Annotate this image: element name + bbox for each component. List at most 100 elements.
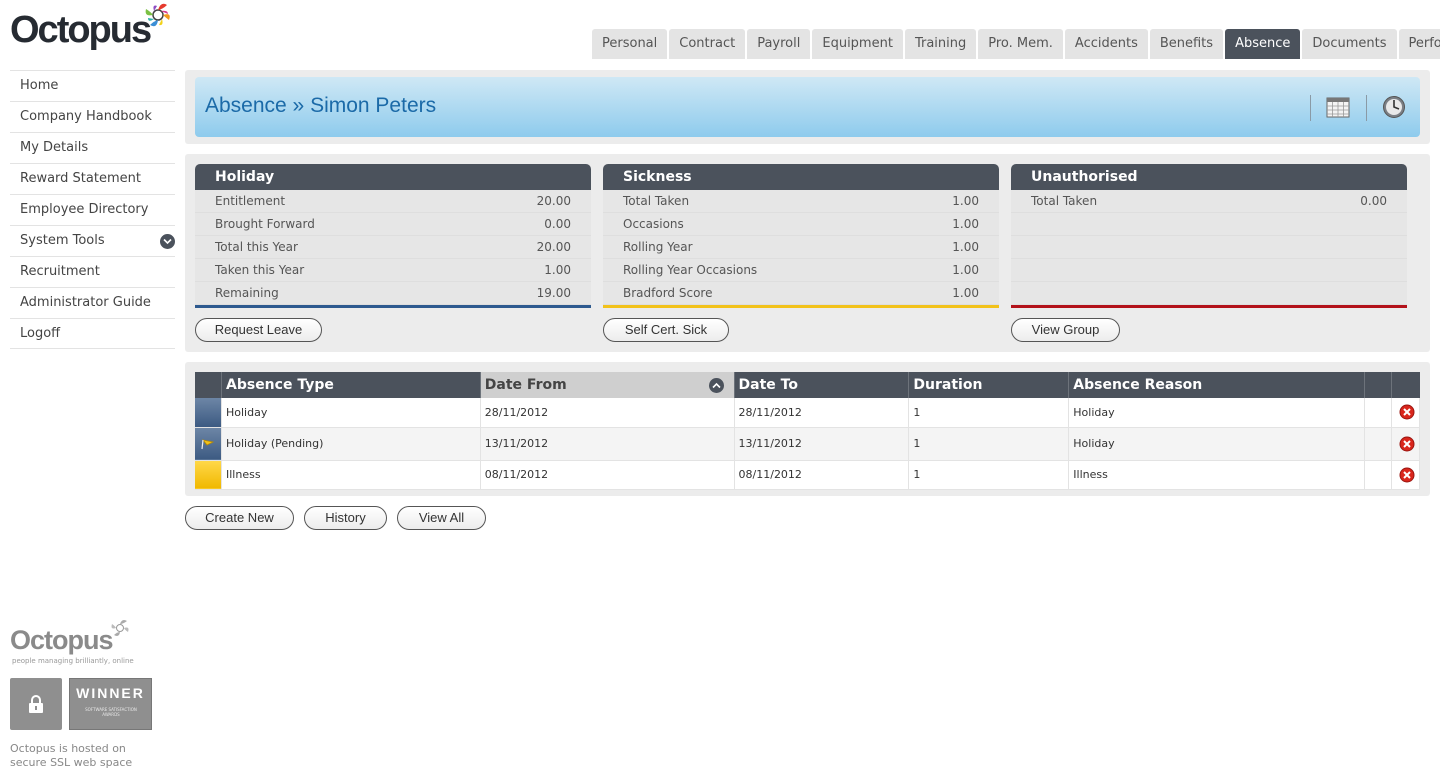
sidebar-item-system-tools[interactable]: System Tools: [10, 225, 175, 256]
view-group-button[interactable]: View Group: [1011, 318, 1120, 342]
panel-title: Holiday: [195, 164, 591, 190]
winner-award-badge: WINNER SOFTWARE SATISFACTION AWARDS: [69, 678, 152, 730]
delete-icon[interactable]: [1399, 467, 1415, 483]
duration-cell: 1: [908, 460, 1070, 490]
summary-row: Entitlement 20.00: [195, 190, 591, 213]
tab-perform[interactable]: Perform: [1398, 29, 1440, 59]
delete-icon[interactable]: [1399, 436, 1415, 452]
sort-ascending-icon[interactable]: [708, 378, 724, 393]
blank-cell: [1364, 427, 1392, 461]
summary-row: Taken this Year 1.00: [195, 259, 591, 282]
tab-documents[interactable]: Documents: [1302, 29, 1397, 59]
summary-row: [1011, 282, 1407, 305]
absence-reason-cell: Illness: [1068, 460, 1365, 490]
absence-type-cell: Holiday: [221, 398, 481, 428]
sidebar-item-administrator-guide[interactable]: Administrator Guide: [10, 287, 175, 318]
footer-logo-text: Octopus: [10, 625, 114, 655]
tab-accidents[interactable]: Accidents: [1064, 29, 1148, 59]
clock-icon[interactable]: [1382, 95, 1406, 119]
holiday-swatch: [195, 398, 222, 428]
tab-contract[interactable]: Contract: [669, 29, 746, 59]
duration-cell: 1: [908, 427, 1070, 461]
title-divider: [1366, 95, 1367, 121]
date-to-cell: 28/11/2012: [734, 398, 910, 428]
lock-icon: [29, 695, 43, 713]
sidebar-nav: Home Company Handbook My Details Reward …: [10, 70, 175, 349]
summary-row: [1011, 236, 1407, 259]
illness-swatch: [195, 460, 222, 490]
absence-type-cell: Illness: [221, 460, 481, 490]
delete-icon[interactable]: [1399, 404, 1415, 420]
date-from-cell: 08/11/2012: [480, 460, 735, 490]
sidebar-item-logoff[interactable]: Logoff: [10, 318, 175, 349]
absence-table: Absence Type Date From Date To Duration …: [195, 372, 1421, 490]
date-to-cell: 13/11/2012: [734, 427, 910, 461]
tab-absence[interactable]: Absence: [1225, 29, 1301, 59]
sidebar-item-recruitment[interactable]: Recruitment: [10, 256, 175, 287]
blank-cell: [1364, 398, 1392, 428]
summary-row: Total Taken 1.00: [603, 190, 999, 213]
table-row[interactable]: Holiday 28/11/2012 28/11/2012 1 Holiday: [195, 398, 1421, 428]
history-button[interactable]: History: [304, 506, 387, 530]
sidebar-item-reward-statement[interactable]: Reward Statement: [10, 163, 175, 194]
summary-container: Holiday Entitlement 20.00 Brought Forward…: [185, 154, 1430, 352]
pending-flag-icon: [201, 438, 215, 449]
sidebar-item-label: System Tools: [20, 233, 105, 248]
date-from-cell: 28/11/2012: [480, 398, 735, 428]
absence-reason-cell: Holiday: [1068, 398, 1365, 428]
holiday-panel: Holiday Entitlement 20.00 Brought Forward…: [195, 164, 591, 308]
column-header-date-from[interactable]: Date From: [480, 372, 735, 398]
table-header-row: Absence Type Date From Date To Duration …: [195, 372, 1420, 398]
blank-cell: [1364, 460, 1392, 490]
badge-title: WINNER: [76, 685, 145, 701]
title-bar: Absence » Simon Peters: [195, 77, 1420, 137]
summary-row: Bradford Score 1.00: [603, 282, 999, 305]
tab-payroll[interactable]: Payroll: [747, 29, 811, 59]
unauthorised-panel: Unauthorised Total Taken 0.00: [1011, 164, 1407, 308]
title-container: Absence » Simon Peters: [185, 70, 1430, 144]
tab-personal[interactable]: Personal: [592, 29, 668, 59]
summary-row: Rolling Year 1.00: [603, 236, 999, 259]
logo-swirl-icon: [145, 3, 170, 27]
create-new-button[interactable]: Create New: [185, 506, 294, 530]
column-header-date-to[interactable]: Date To: [734, 372, 910, 398]
panel-title: Unauthorised: [1011, 164, 1407, 190]
badge-subtitle: SOFTWARE SATISFACTION AWARDS: [85, 707, 137, 717]
sickness-panel: Sickness Total Taken 1.00 Occasions 1.00 R…: [603, 164, 999, 308]
sidebar-item-my-details[interactable]: My Details: [10, 132, 175, 163]
sidebar-item-employee-directory[interactable]: Employee Directory: [10, 194, 175, 225]
chevron-down-icon[interactable]: [160, 234, 175, 249]
tab-equipment[interactable]: Equipment: [812, 29, 903, 59]
swatch-column-header: [195, 372, 222, 398]
tab-training[interactable]: Training: [904, 29, 977, 59]
sidebar-item-home[interactable]: Home: [10, 70, 175, 101]
self-cert-sick-button[interactable]: Self Cert. Sick: [603, 318, 729, 342]
tab-pro-mem[interactable]: Pro. Mem.: [978, 29, 1063, 59]
absence-type-cell: Holiday (Pending): [221, 427, 481, 461]
ssl-note: Octopus is hosted on secure SSL web spac…: [10, 742, 133, 769]
summary-row: Rolling Year Occasions 1.00: [603, 259, 999, 282]
column-header-absence-reason[interactable]: Absence Reason: [1068, 372, 1365, 398]
request-leave-button[interactable]: Request Leave: [195, 318, 322, 342]
octopus-logo[interactable]: Octopus: [10, 3, 170, 54]
summary-row: Occasions 1.00: [603, 213, 999, 236]
column-header-absence-type[interactable]: Absence Type: [221, 372, 481, 398]
column-header-duration[interactable]: Duration: [908, 372, 1070, 398]
delete-cell: [1391, 427, 1421, 461]
delete-cell: [1391, 398, 1421, 428]
sickness-accent-rule: [603, 305, 999, 308]
sidebar-item-company-handbook[interactable]: Company Handbook: [10, 101, 175, 132]
page-title: Absence » Simon Peters: [205, 94, 437, 117]
ssl-lock-badge: [10, 678, 62, 730]
delete-column-header: [1391, 372, 1420, 398]
summary-row: Remaining 19.00: [195, 282, 591, 305]
tab-benefits[interactable]: Benefits: [1149, 29, 1224, 59]
unauthorised-accent-rule: [1011, 305, 1407, 308]
table-row[interactable]: Illness 08/11/2012 08/11/2012 1 Illness: [195, 460, 1421, 490]
table-row[interactable]: Holiday (Pending) 13/11/2012 13/11/2012 …: [195, 427, 1421, 461]
panel-title: Sickness: [603, 164, 999, 190]
holiday-accent-rule: [195, 305, 591, 308]
view-all-button[interactable]: View All: [397, 506, 486, 530]
summary-row: Total this Year 20.00: [195, 236, 591, 259]
calendar-icon[interactable]: [1326, 95, 1350, 119]
